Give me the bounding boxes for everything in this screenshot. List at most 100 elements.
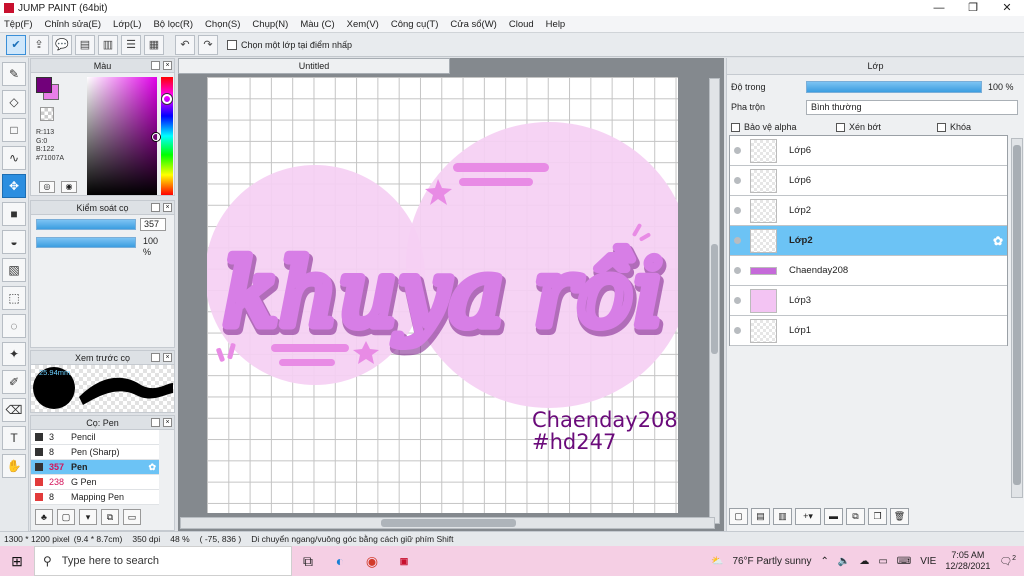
float-icon[interactable]	[151, 418, 160, 427]
close-icon[interactable]: ×	[163, 61, 172, 70]
layer-row[interactable]: Chaenday208	[730, 256, 1007, 286]
task-view-icon[interactable]: ⧉	[292, 553, 324, 570]
visibility-icon[interactable]	[734, 177, 741, 184]
palette-icon[interactable]: ◎	[39, 181, 55, 193]
select-pen-icon[interactable]: ✐	[2, 370, 26, 394]
layer-row[interactable]: Lớp2	[730, 196, 1007, 226]
grid-icon[interactable]: ▦	[144, 34, 164, 55]
menu-window[interactable]: Cửa sổ(W)	[450, 19, 496, 30]
menu-filter[interactable]: Bộ lọc(R)	[153, 19, 193, 30]
duplicate-icon[interactable]: ❐	[868, 508, 887, 525]
folder-icon[interactable]: ▭	[123, 509, 141, 525]
export-icon[interactable]: ⇪	[29, 34, 49, 55]
pen-icon[interactable]: ✎	[2, 62, 26, 86]
comment-icon[interactable]: 💬	[52, 34, 72, 55]
weather-text[interactable]: 76°F Partly sunny	[732, 556, 811, 567]
canvas-vertical-scrollbar[interactable]	[709, 78, 720, 524]
new-layer-icon[interactable]: ▢	[729, 508, 748, 525]
blur-icon[interactable]: ∿	[2, 146, 26, 170]
gear-icon[interactable]: ✿	[993, 234, 1003, 248]
notification-icon[interactable]: 🗨2	[999, 555, 1016, 567]
volume-icon[interactable]: 🔈	[838, 556, 850, 567]
visibility-icon[interactable]	[734, 147, 741, 154]
cloud-icon[interactable]: ☁	[859, 556, 869, 567]
lock-checkbox[interactable]	[937, 122, 946, 132]
bucket-icon[interactable]: ◒	[2, 230, 26, 254]
close-icon[interactable]: ×	[163, 418, 172, 427]
chrome-icon[interactable]: ◉	[356, 553, 388, 570]
menu-capture[interactable]: Chụp(N)	[252, 19, 288, 30]
visibility-icon[interactable]	[734, 327, 741, 334]
clock[interactable]: 7:05 AM 12/28/2021	[945, 550, 990, 572]
new-halftone-layer-icon[interactable]: ▤	[751, 508, 770, 525]
canvas-paper[interactable]: khuya rồi khuya rồi Chaenday208 #hd247	[207, 77, 678, 513]
brush-item[interactable]: 3 Pencil	[31, 430, 159, 445]
move-icon[interactable]: ✥	[2, 174, 26, 198]
list-icon[interactable]: ☰	[121, 34, 141, 55]
transparent-color-swatch[interactable]	[40, 107, 54, 121]
hue-marker[interactable]	[162, 94, 172, 104]
redo-icon[interactable]: ↷	[198, 34, 218, 55]
select-eraser-icon[interactable]: ⌫	[2, 398, 26, 422]
brush-size-input[interactable]: 357	[140, 217, 166, 231]
sv-marker[interactable]	[152, 133, 160, 141]
folder-icon[interactable]: ▬	[824, 508, 843, 525]
weather-icon[interactable]: ⛅	[711, 556, 723, 567]
windows-start-icon[interactable]: ⊞	[0, 553, 34, 570]
saturation-value-picker[interactable]	[87, 77, 157, 195]
pick-layer-checkbox[interactable]	[227, 39, 237, 50]
canvas-horizontal-scrollbar[interactable]	[180, 517, 715, 529]
blend-mode-select[interactable]: Bình thường	[806, 99, 1018, 115]
brush-item[interactable]: 8 Pen (Sharp)	[31, 445, 159, 460]
menu-view[interactable]: Xem(V)	[347, 19, 379, 30]
layer-opacity-slider[interactable]	[806, 81, 982, 93]
message-icon[interactable]: ▤	[75, 34, 95, 55]
rectangle-icon[interactable]: □	[2, 118, 26, 142]
jump-paint-icon[interactable]: ▣	[388, 556, 420, 567]
brush-item[interactable]: 8 Mapping Pen	[31, 490, 159, 505]
visibility-icon[interactable]	[734, 207, 741, 214]
eraser-icon[interactable]: ◇	[2, 90, 26, 114]
canvas-area[interactable]: Untitled khuya rồi khuya rồi Chaenday208…	[178, 58, 724, 531]
fill-rect-icon[interactable]: ■	[2, 202, 26, 226]
menu-tools[interactable]: Công cụ(T)	[391, 19, 439, 30]
layer-row[interactable]: Lớp6	[730, 136, 1007, 166]
brush-item-selected[interactable]: 357 Pen ✿	[31, 460, 159, 475]
brush-menu-icon[interactable]: ▾	[79, 509, 97, 525]
add-layer-menu-icon[interactable]: +▾	[795, 508, 821, 525]
menu-file[interactable]: Tệp(F)	[4, 19, 33, 30]
brush-item[interactable]: 238 G Pen	[31, 475, 159, 490]
minimize-button[interactable]: —	[922, 0, 956, 16]
keyboard-icon[interactable]: ⌨	[897, 556, 911, 567]
gradient-icon[interactable]: ▧	[2, 258, 26, 282]
close-icon[interactable]: ×	[163, 353, 172, 362]
new-folder-layer-icon[interactable]: ▥	[773, 508, 792, 525]
select-rect-icon[interactable]: ⬚	[2, 286, 26, 310]
delete-layer-icon[interactable]: 🗑	[890, 508, 909, 525]
visibility-icon[interactable]	[734, 297, 741, 304]
eyedropper-icon[interactable]: ◉	[61, 181, 77, 193]
float-icon[interactable]	[151, 353, 160, 362]
edge-icon[interactable]: ◐	[324, 553, 356, 569]
language-indicator[interactable]: VIE	[920, 556, 936, 567]
menu-color[interactable]: Màu (C)	[300, 19, 334, 30]
menu-edit[interactable]: Chỉnh sửa(E)	[45, 19, 102, 30]
protect-alpha-checkbox[interactable]	[731, 122, 740, 132]
magic-wand-icon[interactable]: ✦	[2, 342, 26, 366]
check-icon[interactable]: ✔	[6, 34, 26, 55]
layer-row-selected[interactable]: Lớp2 ✿	[730, 226, 1007, 256]
menu-help[interactable]: Help	[546, 19, 566, 30]
document-icon[interactable]: ▥	[98, 34, 118, 55]
layer-row[interactable]: Lớp3	[730, 286, 1007, 316]
close-button[interactable]: ✕	[990, 0, 1024, 16]
layer-list-scrollbar[interactable]	[1011, 138, 1023, 498]
undo-icon[interactable]: ↶	[175, 34, 195, 55]
layer-row[interactable]: Lớp1	[730, 316, 1007, 346]
maximize-button[interactable]: ❐	[956, 0, 990, 16]
hand-icon[interactable]: ✋	[2, 454, 26, 478]
new-brush-icon[interactable]: ▢	[57, 509, 75, 525]
copy-icon[interactable]: ⧉	[101, 509, 119, 525]
network-icon[interactable]: ▭	[878, 556, 887, 567]
menu-cloud[interactable]: Cloud	[509, 19, 534, 30]
chevron-up-icon[interactable]: ⌃	[820, 556, 828, 567]
